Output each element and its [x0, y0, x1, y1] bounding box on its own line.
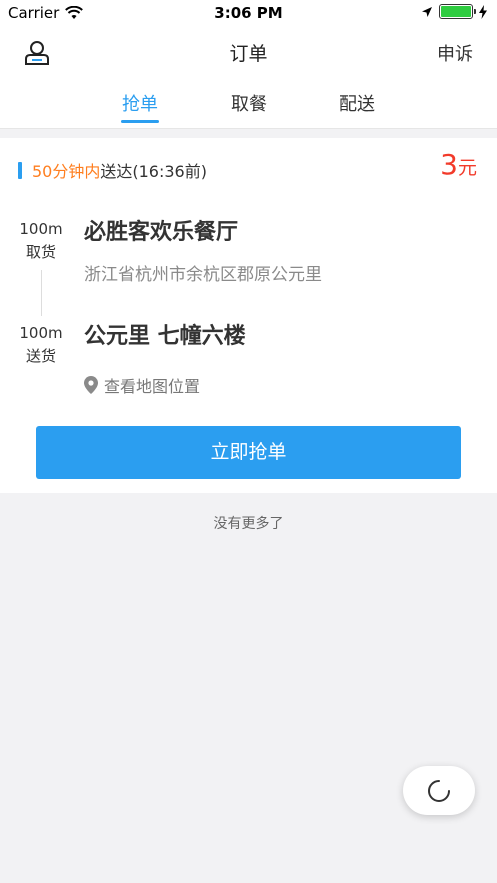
pickup-address: 浙江省杭州市余杭区郡原公元里 [84, 265, 322, 285]
time-accent-bar [18, 161, 22, 179]
page-title: 订单 [229, 43, 268, 65]
view-map-label: 查看地图位置 [104, 377, 201, 396]
delivery-distance-block: 100m 送货 [18, 322, 64, 368]
order-price: 3元 [440, 148, 477, 181]
battery-icon [439, 4, 476, 19]
grab-order-button[interactable]: 立即抢单 [36, 426, 461, 479]
status-bar: Carrier 3:06 PM [0, 0, 497, 26]
appeal-button[interactable]: 申诉 [437, 40, 473, 66]
order-card: 50分钟内 送达(16:36前) 3元 100m 取货 必胜客欢乐餐厅 浙江省杭… [0, 138, 497, 493]
status-right [421, 4, 487, 19]
nav-bar: 订单 申诉 [0, 26, 497, 76]
price-value: 3 [440, 148, 458, 181]
delivery-label: 送货 [25, 347, 56, 365]
delivery-address-name: 公元里 七幢六楼 [84, 324, 246, 349]
delivery-time-row: 50分钟内 送达(16:36前) [18, 158, 207, 182]
pickup-shop-name: 必胜客欢乐餐厅 [84, 220, 239, 245]
delivery-time-text: 送达(16:36前) [100, 162, 207, 181]
list-end-text: 没有更多了 [213, 516, 284, 532]
tab-grab-order[interactable]: 抢单 [110, 90, 170, 116]
location-arrow-icon [422, 6, 432, 17]
tab-delivery[interactable]: 配送 [327, 90, 387, 116]
view-map-link[interactable]: 查看地图位置 [84, 373, 200, 397]
route-connector-line [41, 270, 42, 316]
refresh-button[interactable] [403, 766, 475, 815]
tab-pickup[interactable]: 取餐 [219, 90, 279, 116]
tab-bar: 抢单 取餐 配送 [0, 76, 497, 129]
delivery-time-highlight: 50分钟内 [32, 162, 101, 181]
price-unit: 元 [457, 157, 477, 179]
map-pin-icon [84, 376, 98, 394]
pickup-distance: 100m [19, 220, 63, 238]
active-tab-indicator [121, 120, 159, 123]
pickup-label: 取货 [25, 243, 56, 261]
delivery-distance: 100m [19, 324, 63, 342]
pickup-distance-block: 100m 取货 [18, 218, 64, 264]
refresh-spinner-icon [428, 779, 450, 802]
charging-icon [479, 4, 487, 19]
